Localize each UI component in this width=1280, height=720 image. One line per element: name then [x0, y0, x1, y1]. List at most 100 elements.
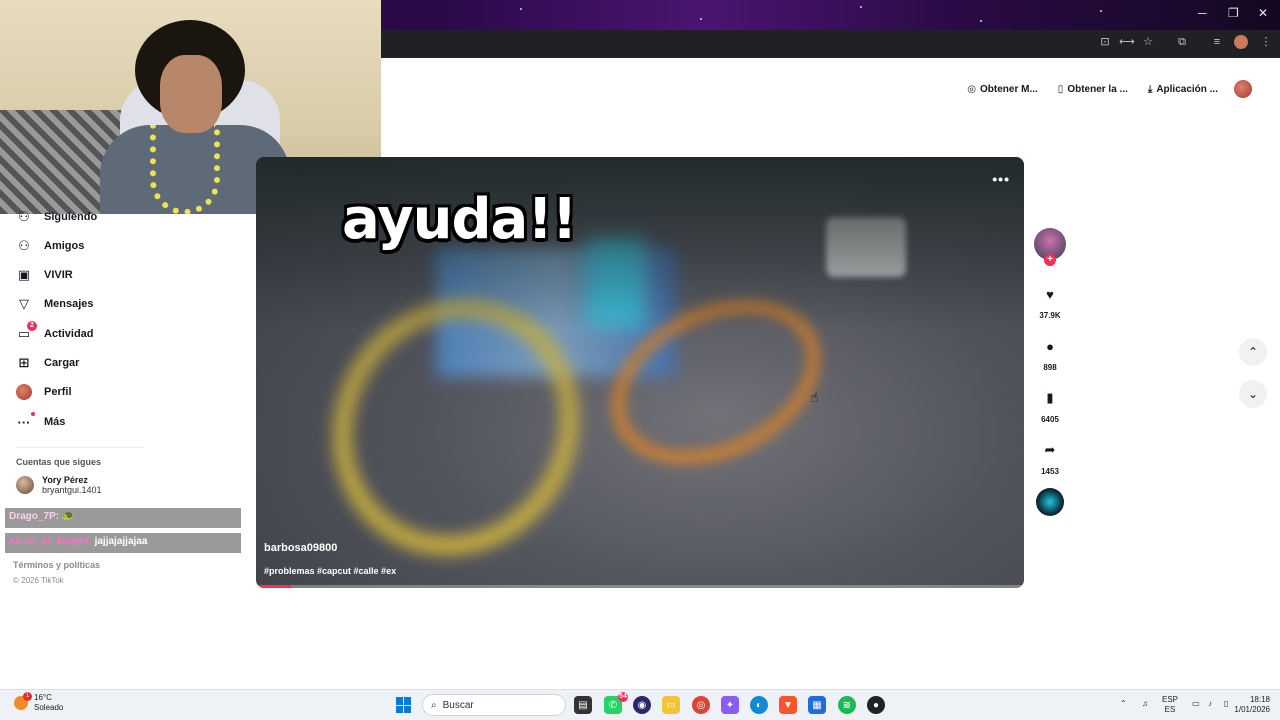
get-coins-button[interactable]: ◎ Obtener M... — [963, 82, 1042, 97]
weather-badge: 1 — [23, 692, 32, 701]
whatsapp-icon[interactable]: ✆ 54 — [604, 692, 628, 714]
activity-icon: ▭ 2 — [16, 321, 37, 342]
following-name: Yory Pérez — [42, 475, 88, 485]
desktop-app-button[interactable]: ⤓ Aplicación ... — [1144, 82, 1222, 97]
chat-username: aaron_tu_king64: — [9, 536, 92, 547]
webcam-lei — [150, 125, 220, 214]
share-count: 1453 — [1041, 467, 1059, 476]
microphone-icon[interactable]: ♫ — [1142, 699, 1148, 709]
translate-icon[interactable]: ⟷ — [1119, 35, 1135, 49]
language-bottom: ES — [1164, 705, 1176, 714]
like-button[interactable]: ♥ 37.9K — [1034, 280, 1066, 321]
file-explorer-icon[interactable]: ▭ — [662, 696, 680, 714]
search-placeholder: Buscar — [442, 699, 474, 711]
sidebar-item-more[interactable]: ··· Más — [16, 412, 65, 432]
share-button[interactable]: ➦ 1453 — [1034, 436, 1066, 476]
sidebar-item-label: Perfil — [44, 386, 72, 398]
video-hashtags[interactable]: #problemas #capcut #calle #ex — [264, 566, 396, 576]
get-coins-label: Obtener M... — [980, 83, 1038, 95]
webcam-person-face — [160, 55, 222, 133]
clock-time: 18:18 — [1249, 695, 1270, 704]
sidebar-item-upload[interactable]: ⊞ Cargar — [16, 353, 80, 373]
chat-message: aaron_tu_king64: jajjajajjajaa — [5, 533, 241, 553]
profile-avatar — [16, 384, 32, 400]
media-icon[interactable]: ≡ — [1210, 35, 1224, 49]
store-icon[interactable]: ▦ — [808, 696, 826, 714]
coin-icon: ◎ — [967, 83, 976, 95]
clock-date: 1/01/2026 — [1234, 705, 1270, 714]
music-disc-icon[interactable] — [1036, 488, 1064, 516]
user-avatar[interactable] — [1234, 80, 1252, 98]
notification-dot — [31, 412, 35, 416]
app-icon[interactable]: ● — [867, 696, 885, 714]
sidebar-item-label: Amigos — [44, 240, 85, 252]
spotify-icon[interactable]: ≋ — [838, 696, 856, 714]
next-video-button[interactable]: ⌄ — [1239, 380, 1267, 408]
activity-badge: 2 — [27, 321, 37, 331]
friends-icon: ⚇ — [18, 238, 30, 253]
weather-condition: Soleado — [34, 703, 64, 712]
language-indicator[interactable]: ESP ES — [1162, 695, 1178, 715]
heart-icon: ♥ — [1046, 286, 1054, 302]
hand-cursor-icon: ☝ — [810, 389, 819, 405]
sidebar-item-label: Actividad — [44, 328, 94, 340]
weather-widget[interactable]: 1 16°C Soleado — [14, 692, 64, 713]
profile-icon[interactable] — [1234, 35, 1248, 49]
video-progress-fill — [256, 585, 291, 588]
language-top: ESP — [1162, 695, 1179, 704]
more-options-button[interactable]: ••• — [992, 171, 1010, 187]
copilot-icon[interactable]: ✦ — [721, 696, 739, 714]
following-account[interactable]: Yory Pérez bryantgui.1401 — [16, 475, 102, 495]
save-button[interactable]: ▮ 6405 — [1034, 384, 1066, 424]
chevron-down-icon: ⌄ — [1247, 387, 1259, 401]
follow-plus-icon[interactable]: + — [1044, 254, 1056, 266]
more-icon: ··· — [16, 412, 35, 430]
sidebar-item-label: VIVIR — [44, 269, 73, 281]
video-player[interactable]: ayuda!! ••• barbosa09800 #problemas #cap… — [256, 157, 1024, 588]
upload-icon: ⊞ — [18, 355, 30, 370]
like-count: 37.9K — [1039, 311, 1061, 320]
desktop-app-label: Aplicación ... — [1156, 83, 1218, 95]
get-app-button[interactable]: ▯ Obtener la ... — [1054, 82, 1132, 97]
share-icon: ➦ — [1044, 442, 1056, 457]
previous-video-button[interactable]: ⌃ — [1239, 338, 1267, 366]
volume-icon[interactable]: ♪ — [1208, 699, 1212, 709]
extensions-icon[interactable]: ⧉ — [1175, 35, 1189, 49]
sidebar-item-activity[interactable]: ▭ 2 Actividad — [16, 321, 94, 344]
header-actions: ◎ Obtener M... ▯ Obtener la ... ⤓ Aplica… — [963, 80, 1252, 98]
chrome-icon[interactable]: ◎ — [692, 696, 710, 714]
start-button[interactable] — [396, 697, 412, 713]
following-avatar — [16, 476, 34, 494]
edge-icon[interactable]: ◐ — [750, 696, 768, 714]
video-author[interactable]: barbosa09800 — [264, 542, 337, 554]
task-view-icon[interactable]: ▤ — [574, 696, 592, 714]
sidebar-item-profile[interactable]: Perfil — [16, 382, 72, 402]
video-progress-bar[interactable] — [256, 585, 1024, 588]
following-handle: bryantgui.1401 — [42, 485, 102, 495]
bookmark-star-icon[interactable]: ☆ — [1141, 35, 1155, 49]
windows-taskbar: 1 16°C Soleado ⌕ Buscar ▤ ✆ 54 ◉ ▭ ◎ ✦ ◐ … — [0, 689, 1280, 720]
terms-link[interactable]: Términos y políticas — [13, 560, 100, 570]
maximize-button[interactable]: ❐ — [1228, 6, 1239, 20]
tray-chevron-up-icon[interactable]: ⌃ — [1120, 699, 1127, 709]
clock[interactable]: 18:18 1/01/2026 — [1228, 695, 1270, 715]
sidebar-item-following[interactable]: ⚇ Siguiendo — [16, 207, 97, 227]
close-button[interactable]: ✕ — [1258, 6, 1268, 20]
chat-text: jajjajajjajaa — [94, 536, 148, 547]
sidebar-item-live[interactable]: ▣ VIVIR — [16, 265, 73, 285]
save-count: 6405 — [1041, 415, 1059, 424]
minimize-button[interactable]: ─ — [1198, 6, 1207, 20]
sidebar-item-label: Cargar — [44, 357, 80, 369]
sidebar-item-messages[interactable]: ▽ Mensajes — [16, 294, 94, 314]
whatsapp-badge: 54 — [618, 692, 628, 702]
download-icon: ⤓ — [1147, 83, 1153, 95]
sidebar-item-friends[interactable]: ⚇ Amigos — [16, 236, 84, 256]
comment-button[interactable]: ● 898 — [1034, 332, 1066, 373]
install-icon[interactable]: ⊡ — [1098, 35, 1112, 49]
live-icon: ▣ — [17, 267, 31, 282]
taskbar-search[interactable]: ⌕ Buscar — [422, 694, 566, 716]
network-icon[interactable]: ▭ — [1192, 699, 1200, 709]
brave-icon[interactable]: ▼ — [779, 696, 797, 714]
menu-icon[interactable]: ⋮ — [1259, 35, 1273, 49]
obs-icon[interactable]: ◉ — [633, 696, 651, 714]
